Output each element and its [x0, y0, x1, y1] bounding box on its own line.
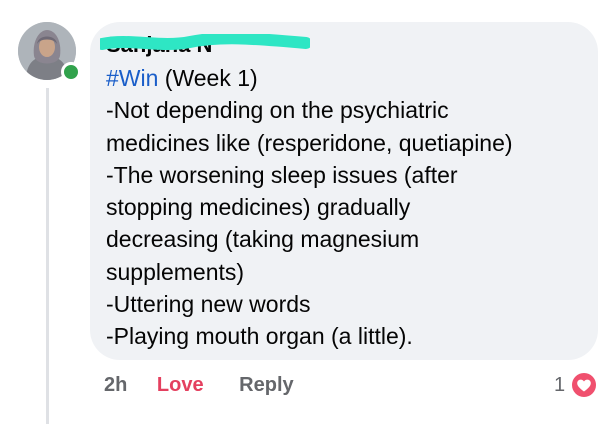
redaction-scribble [100, 34, 310, 50]
reply-button[interactable]: Reply [239, 373, 293, 397]
comment-timestamp[interactable]: 2h [104, 373, 127, 397]
comment-line: medicines like (resperidone, quetiapine) [106, 129, 513, 156]
comment-first-line: #Win (Week 1) [106, 62, 586, 94]
hashtag-link[interactable]: #Win [106, 65, 158, 91]
reaction-count[interactable]: 1 [554, 373, 565, 397]
comment-line: supplements) [106, 258, 245, 285]
comment-line: -The worsening sleep issues (after [106, 161, 458, 188]
online-status-dot [61, 62, 81, 82]
heart-icon[interactable] [570, 371, 598, 399]
comment-line: -Playing mouth organ (a little). [106, 323, 413, 350]
comment-line: stopping medicines) gradually [106, 194, 411, 221]
comment-bubble: Sanjana N #Win (Week 1) -Not depending o… [90, 22, 598, 360]
thread-line [46, 88, 49, 424]
comment-line: -Not depending on the psychiatric [106, 97, 449, 124]
comment-actions: 2h Love Reply [104, 373, 294, 397]
comment-text: #Win (Week 1) -Not depending on the psyc… [106, 62, 586, 353]
comment-line: decreasing (taking magnesium [106, 226, 420, 253]
love-button[interactable]: Love [157, 373, 204, 397]
comment-line: -Uttering new words [106, 291, 311, 318]
comment-first-line-rest: (Week 1) [158, 65, 258, 91]
